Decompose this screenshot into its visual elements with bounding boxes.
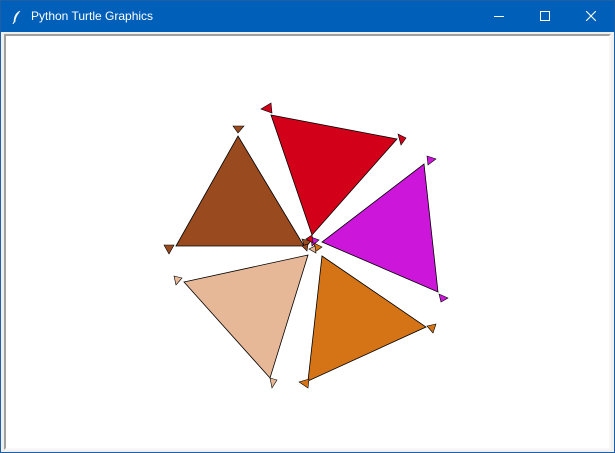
turtle-marker — [260, 102, 273, 114]
drawing-surface — [163, 102, 449, 389]
window-controls — [476, 1, 614, 32]
turtle-marker — [308, 245, 317, 254]
triangle-peach — [173, 254, 309, 389]
window-title: Python Turtle Graphics — [31, 9, 154, 23]
close-button[interactable] — [568, 1, 614, 32]
turtle-marker — [397, 133, 407, 146]
minimize-icon — [494, 8, 504, 26]
minimize-button[interactable] — [476, 1, 522, 32]
turtle-canvas[interactable] — [4, 34, 611, 450]
turtle-window: Python Turtle Graphics — [0, 0, 615, 453]
turtle-marker — [426, 155, 437, 166]
turtle-marker — [163, 244, 175, 255]
turtle-marker — [232, 125, 245, 134]
turtle-marker — [426, 323, 437, 334]
title-bar[interactable]: Python Turtle Graphics — [1, 1, 614, 32]
maximize-button[interactable] — [522, 1, 568, 32]
turtle-marker — [269, 377, 278, 389]
turtle-marker — [438, 293, 449, 303]
close-icon — [585, 8, 597, 26]
turtle-marker — [173, 275, 183, 286]
turtle-marker — [298, 378, 310, 389]
maximize-icon — [540, 8, 550, 26]
feather-icon — [9, 9, 25, 25]
